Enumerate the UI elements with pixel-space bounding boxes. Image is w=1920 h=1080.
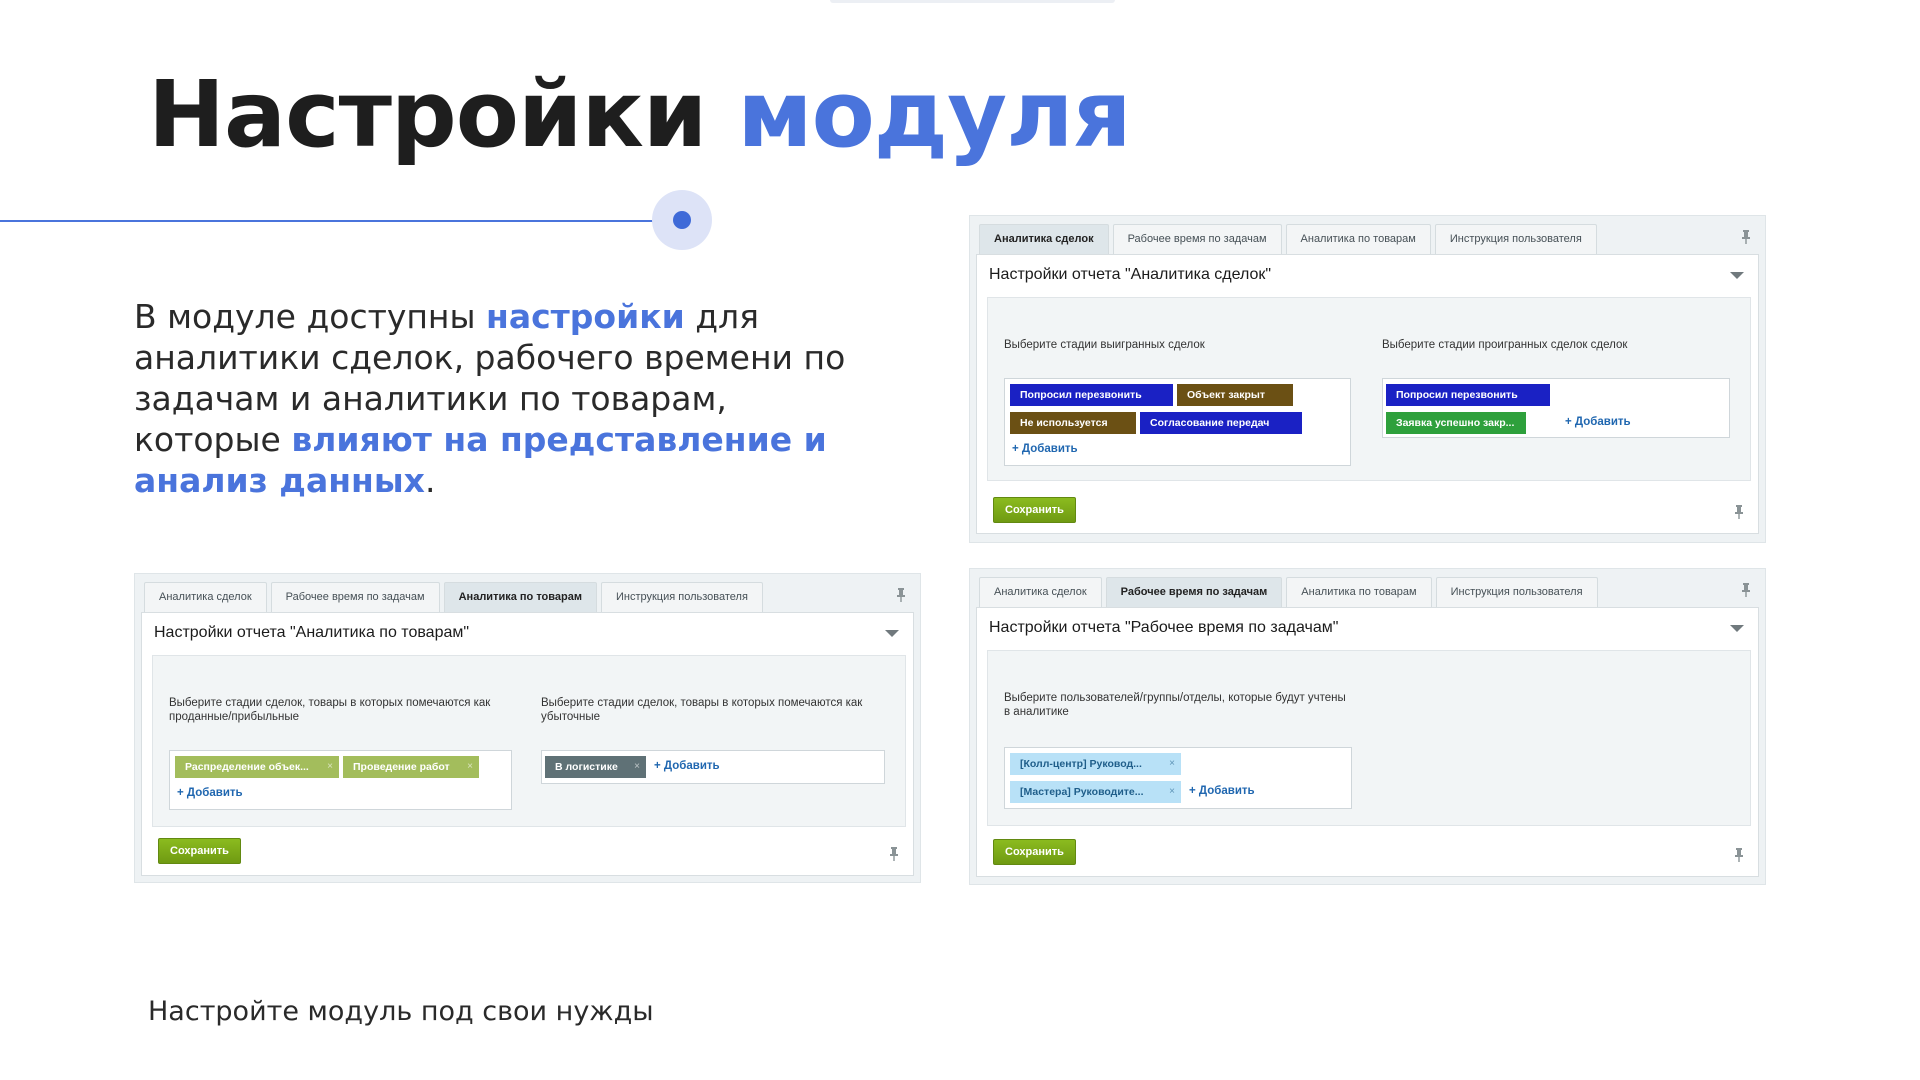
add-stage-button[interactable]: + Добавить	[654, 760, 720, 772]
top-bar	[830, 0, 1115, 3]
user-tag[interactable]: [Мастера] Руководите... ×	[1010, 781, 1181, 803]
won-stages-group: Выберите стадии выигранных сделок	[1004, 338, 1205, 352]
stage-tag[interactable]: Попросил перезвонить	[1386, 384, 1550, 406]
pin-icon[interactable]	[1741, 230, 1751, 244]
won-stages-label: Выберите стадии выигранных сделок	[1004, 339, 1205, 351]
chevron-down-icon[interactable]	[885, 630, 899, 637]
close-icon[interactable]: ×	[327, 756, 333, 778]
card-header: Настройки отчета "Рабочее время по задач…	[989, 619, 1339, 636]
users-group: Выберите пользователей/группы/отделы, ко…	[1004, 691, 1354, 719]
tab-deals-analytics[interactable]: Аналитика сделок	[144, 582, 267, 612]
panel-worktime: Аналитика сделок Рабочее время по задача…	[969, 568, 1766, 885]
pin-icon[interactable]	[896, 588, 906, 602]
tab-user-guide[interactable]: Инструкция пользователя	[1434, 224, 1597, 254]
panel-deals-analytics: Аналитика сделок Рабочее время по задача…	[969, 215, 1766, 543]
tab-deals-analytics[interactable]: Аналитика сделок	[979, 224, 1109, 254]
settings-body: Выберите пользователей/группы/отделы, ко…	[987, 650, 1751, 826]
panel-goods-analytics: Аналитика сделок Рабочее время по задача…	[134, 573, 921, 883]
add-stage-button[interactable]: + Добавить	[1012, 443, 1078, 455]
stage-tag[interactable]: В логистике ×	[545, 756, 646, 778]
settings-body: Выберите стадии сделок, товары в которых…	[152, 655, 906, 827]
chevron-down-icon[interactable]	[1730, 625, 1744, 632]
pin-icon[interactable]	[889, 847, 899, 861]
users-selector[interactable]: [Колл-центр] Руковод... × [Мастера] Руков…	[1004, 747, 1352, 809]
stage-tag[interactable]: Объект закрыт	[1177, 384, 1293, 406]
lost-stages-selector[interactable]: Попросил перезвонить Заявка успешно закр…	[1382, 378, 1730, 438]
pin-icon[interactable]	[1734, 505, 1744, 519]
title-accent: модуля	[737, 61, 1131, 168]
tab-goods-analytics[interactable]: Аналитика по товарам	[1286, 577, 1432, 607]
user-tag[interactable]: [Колл-центр] Руковод... ×	[1010, 753, 1181, 775]
title-main: Настройки	[148, 61, 707, 168]
card-header: Настройки отчета "Аналитика по товарам"	[154, 624, 470, 641]
tab-user-guide[interactable]: Инструкция пользователя	[600, 582, 763, 612]
tab-bar: Аналитика сделок Рабочее время по задача…	[141, 582, 914, 612]
sold-stages-selector[interactable]: Распределение объек... × Проведение работ…	[169, 750, 512, 810]
lost-stages-group: Выберите стадии проигранных сделок сдело…	[1382, 338, 1627, 352]
save-button[interactable]: Сохранить	[158, 838, 241, 864]
stage-tag[interactable]: Проведение работ ×	[343, 756, 479, 778]
add-stage-button[interactable]: + Добавить	[1565, 416, 1631, 428]
stage-tag[interactable]: Попросил перезвонить	[1010, 384, 1173, 406]
users-label: Выберите пользователей/группы/отделы, ко…	[1004, 692, 1346, 718]
tab-goods-analytics[interactable]: Аналитика по товарам	[1285, 224, 1431, 254]
footer-note: Настройте модуль под свои нужды	[148, 996, 654, 1027]
stage-tag[interactable]: Распределение объек... ×	[175, 756, 339, 778]
settings-card: Настройки отчета "Аналитика сделок" Выбе…	[976, 254, 1759, 534]
close-icon[interactable]: ×	[1169, 781, 1175, 803]
close-icon[interactable]: ×	[467, 756, 473, 778]
desc-bold-1: настройки	[486, 297, 685, 336]
add-stage-button[interactable]: + Добавить	[177, 787, 243, 799]
desc-text-3: .	[424, 461, 436, 500]
slide-title: Настройки модуля	[148, 61, 1132, 168]
lost-stages-label: Выберите стадии проигранных сделок сдело…	[1382, 339, 1628, 351]
divider-dot-icon	[652, 190, 712, 250]
slide-description: В модуле доступны настройки для аналитик…	[134, 296, 854, 501]
divider-line	[0, 220, 660, 222]
won-stages-selector[interactable]: Попросил перезвонить Объект закрыт Не ис…	[1004, 378, 1351, 466]
tab-bar: Аналитика сделок Рабочее время по задача…	[976, 224, 1759, 254]
sold-stages-group: Выберите стадии сделок, товары в которых…	[169, 696, 509, 724]
save-button[interactable]: Сохранить	[993, 497, 1076, 523]
tab-bar: Аналитика сделок Рабочее время по задача…	[976, 577, 1759, 607]
stage-tag[interactable]: Согласование передач	[1140, 412, 1302, 434]
close-icon[interactable]: ×	[634, 756, 640, 778]
tab-deals-analytics[interactable]: Аналитика сделок	[979, 577, 1102, 607]
desc-text-1: В модуле доступны	[134, 297, 487, 336]
chevron-down-icon[interactable]	[1730, 272, 1744, 279]
pin-icon[interactable]	[1741, 583, 1751, 597]
tab-worktime[interactable]: Рабочее время по задачам	[270, 582, 440, 612]
loss-stages-label: Выберите стадии сделок, товары в которых…	[541, 697, 863, 723]
tab-user-guide[interactable]: Инструкция пользователя	[1435, 577, 1598, 607]
close-icon[interactable]: ×	[1169, 753, 1175, 775]
settings-body: Выберите стадии выигранных сделок Попрос…	[987, 297, 1751, 481]
settings-card: Настройки отчета "Рабочее время по задач…	[976, 607, 1759, 877]
sold-stages-label: Выберите стадии сделок, товары в которых…	[169, 697, 491, 723]
tab-worktime[interactable]: Рабочее время по задачам	[1112, 224, 1282, 254]
settings-card: Настройки отчета "Аналитика по товарам" …	[141, 612, 914, 876]
add-user-button[interactable]: + Добавить	[1189, 785, 1255, 797]
stage-tag[interactable]: Не используется	[1010, 412, 1136, 434]
stage-tag[interactable]: Заявка успешно закр...	[1386, 412, 1526, 434]
tab-worktime[interactable]: Рабочее время по задачам	[1105, 577, 1283, 607]
save-button[interactable]: Сохранить	[993, 839, 1076, 865]
tab-goods-analytics[interactable]: Аналитика по товарам	[443, 582, 597, 612]
card-header: Настройки отчета "Аналитика сделок"	[989, 266, 1272, 283]
pin-icon[interactable]	[1734, 848, 1744, 862]
loss-stages-group: Выберите стадии сделок, товары в которых…	[541, 696, 891, 724]
loss-stages-selector[interactable]: В логистике × + Добавить	[541, 750, 885, 784]
